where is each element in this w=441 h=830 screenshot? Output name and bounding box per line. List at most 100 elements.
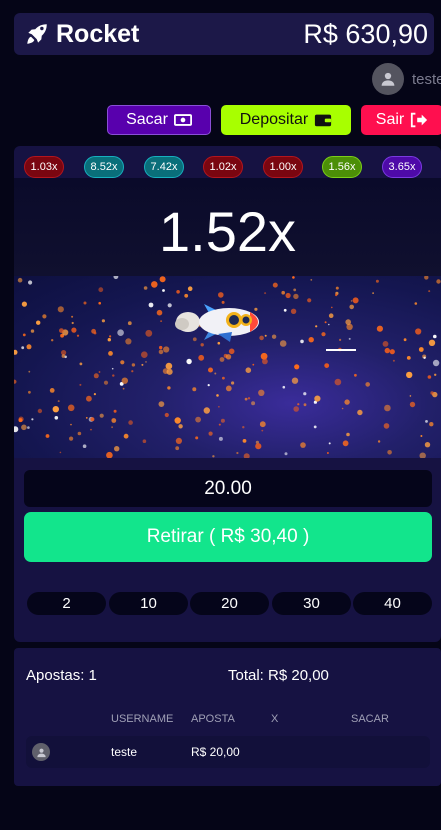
quick-amount-button[interactable]: 10 (109, 592, 188, 615)
particle (219, 357, 225, 362)
history-chip: 1.03x (24, 156, 64, 178)
particle (175, 437, 182, 444)
particle (377, 440, 381, 443)
sacar-button[interactable]: Sacar (107, 105, 211, 135)
particle (141, 363, 144, 366)
particle (163, 346, 170, 353)
particle (208, 431, 213, 436)
particle (165, 362, 173, 370)
particle (61, 354, 66, 358)
particle (354, 373, 357, 377)
quick-amount-button[interactable]: 20 (190, 592, 269, 615)
row-username: teste (111, 745, 138, 759)
particle (167, 303, 172, 308)
particle (292, 276, 295, 279)
user-menu[interactable]: teste (372, 63, 441, 95)
particle (45, 434, 50, 438)
particle (175, 446, 180, 451)
particle (328, 442, 331, 445)
particle (297, 403, 300, 406)
particle (403, 338, 407, 342)
particle (142, 439, 147, 443)
particle (174, 417, 181, 424)
particle (166, 368, 173, 375)
particle (71, 327, 77, 333)
particle (195, 416, 202, 423)
particle (346, 432, 350, 437)
particle (79, 362, 83, 366)
quick-amount-button[interactable]: 40 (353, 592, 432, 615)
particle (324, 321, 327, 324)
particle (14, 349, 18, 355)
particle (158, 349, 164, 355)
particle (259, 421, 266, 428)
particle (406, 371, 413, 379)
particle (349, 304, 355, 310)
particle (384, 404, 391, 412)
particle (262, 358, 268, 365)
particle (244, 397, 248, 401)
multiplier-history: 1.03x 8.52x 7.42x 1.02x 1.00x 1.56x 3.65… (14, 156, 441, 178)
particle (341, 407, 344, 410)
particle (372, 292, 374, 294)
particle (28, 390, 31, 394)
quick-amount-button[interactable]: 2 (27, 592, 106, 615)
particle (218, 406, 220, 408)
particle (272, 282, 278, 288)
top-bar: Rocket R$ 630,90 (14, 13, 434, 55)
username: teste (412, 70, 441, 88)
bets-panel: Apostas: 1 Total: R$ 20,00 USERNAME APOS… (14, 648, 441, 786)
history-chip: 7.42x (144, 156, 184, 178)
particle (27, 426, 30, 429)
particle (307, 298, 312, 303)
particle (207, 384, 210, 387)
particle (131, 370, 134, 373)
cashout-button[interactable]: Retirar ( R$ 30,40 ) (24, 512, 432, 562)
brand-logo[interactable]: Rocket (24, 20, 139, 49)
particle (208, 367, 213, 373)
particle (203, 407, 210, 414)
game-panel: 1.03x 8.52x 7.42x 1.02x 1.00x 1.56x 3.65… (14, 146, 441, 642)
particle (428, 339, 436, 346)
avatar (32, 743, 50, 761)
particle (281, 290, 286, 295)
sair-button[interactable]: Sair (361, 105, 441, 135)
particle (214, 372, 217, 375)
particle (357, 409, 363, 416)
particle (418, 347, 424, 352)
particle (242, 426, 245, 429)
particle (111, 418, 117, 423)
particle (293, 288, 297, 292)
particle (384, 347, 390, 354)
rocket-icon (27, 24, 47, 44)
quick-amount-button[interactable]: 30 (272, 592, 351, 615)
particle (243, 453, 250, 458)
bet-amount-input[interactable] (24, 470, 432, 507)
particle (300, 442, 306, 448)
particle (122, 387, 125, 390)
particle (409, 395, 412, 397)
particle (382, 341, 389, 347)
particle (86, 395, 92, 402)
avatar[interactable] (372, 63, 404, 95)
speed-trail (326, 349, 356, 351)
particle (293, 293, 299, 300)
particle (106, 451, 113, 458)
row-aposta: R$ 20,00 (191, 745, 240, 759)
particle (120, 360, 125, 365)
particle (71, 321, 74, 325)
history-chip: 1.02x (203, 156, 243, 178)
depositar-button[interactable]: Depositar (221, 105, 351, 135)
particle (167, 386, 171, 390)
particle (42, 314, 47, 319)
particle (125, 338, 132, 345)
rocket-scene (14, 276, 441, 458)
particle (164, 412, 169, 418)
particle (111, 426, 113, 429)
particle (178, 424, 183, 429)
particle (98, 287, 104, 293)
particle (344, 399, 350, 405)
particle (389, 349, 395, 355)
particle (218, 423, 221, 426)
particle (98, 371, 101, 373)
